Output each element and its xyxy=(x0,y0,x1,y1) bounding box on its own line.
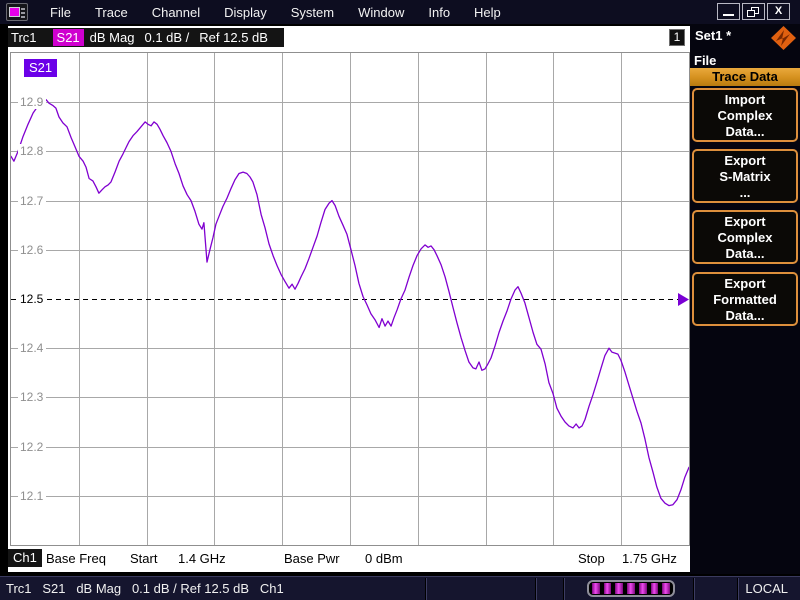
progress-segment xyxy=(627,583,635,594)
diagram-number-badge: 1 xyxy=(669,29,685,46)
start-label: Start xyxy=(130,551,158,566)
minimize-button[interactable] xyxy=(717,3,740,20)
y-axis-tick-label: 12.2 xyxy=(18,439,47,454)
y-axis-tick-label: 12.7 xyxy=(18,193,47,208)
progress-segment xyxy=(615,583,624,594)
progress-segment xyxy=(603,583,612,594)
trace-label-chip: S21 xyxy=(24,59,58,77)
title-bar: File Trace Channel Display System Window Info H… xyxy=(0,0,800,24)
progress-segment xyxy=(662,583,671,594)
softkey-export-s-matrix[interactable]: Export S-Matrix ... xyxy=(692,149,798,203)
base-power-label: Base Pwr xyxy=(284,551,340,566)
status-separator xyxy=(425,578,426,600)
app-icon xyxy=(6,3,28,21)
softkey-submenu-header[interactable]: Trace Data xyxy=(690,68,800,86)
softkey-export-formatted-data[interactable]: Export Formatted Data... xyxy=(692,272,798,326)
restore-button[interactable] xyxy=(742,3,765,20)
status-separator xyxy=(693,578,694,600)
y-axis-tick-label: 12.3 xyxy=(18,390,47,405)
softkey-import-complex-data[interactable]: Import Complex Data... xyxy=(692,88,798,142)
y-axis-tick-label: 12.1 xyxy=(18,488,47,503)
sweep-type-label: Base Freq xyxy=(46,551,106,566)
rohde-schwarz-logo xyxy=(771,26,796,50)
y-axis-tick-label: 12.4 xyxy=(18,341,47,356)
menu-item-display[interactable]: Display xyxy=(212,2,279,23)
window-controls: X xyxy=(717,3,790,20)
softkey-sidebar: Set1 * File Trace Data Import Complex Da… xyxy=(690,24,800,574)
stop-label: Stop xyxy=(578,551,605,566)
progress-segment xyxy=(650,583,659,594)
setup-tab[interactable]: Set1 * xyxy=(695,28,731,43)
menu-item-trace[interactable]: Trace xyxy=(83,2,140,23)
trace-name-chip[interactable]: Trc1 xyxy=(11,30,37,45)
minimize-icon xyxy=(723,14,734,16)
channel-name-chip[interactable]: Ch1 xyxy=(8,549,42,567)
menu-item-system[interactable]: System xyxy=(279,2,346,23)
menu-item-info[interactable]: Info xyxy=(416,2,462,23)
menu-bar: File Trace Channel Display System Window Info H… xyxy=(38,2,513,23)
status-trace-info: Trc1 S21 dB Mag 0.1 dB / Ref 12.5 dB Ch1 xyxy=(6,581,284,596)
menu-item-file[interactable]: File xyxy=(38,2,83,23)
trace-header: Trc1 S21 dB Mag 0.1 dB / Ref 12.5 dB xyxy=(8,28,284,47)
channel-bar: Ch1 Base Freq Start 1.4 GHz Base Pwr 0 d… xyxy=(8,548,690,572)
app-icon-screen xyxy=(9,7,20,17)
status-bar: Trc1 S21 dB Mag 0.1 dB / Ref 12.5 dB Ch1… xyxy=(0,576,800,600)
close-button[interactable]: X xyxy=(767,3,790,20)
trace-chart xyxy=(11,53,689,545)
y-axis-ref-label: 12.5 xyxy=(18,292,47,306)
remote-local-mode-label: LOCAL xyxy=(745,581,788,596)
sweep-progress-indicator xyxy=(587,580,675,597)
start-frequency-value: 1.4 GHz xyxy=(178,551,226,566)
diagram-area: Trc1 S21 dB Mag 0.1 dB / Ref 12.5 dB 1 1… xyxy=(8,26,690,572)
status-separator xyxy=(535,578,536,600)
status-separator xyxy=(563,578,564,600)
softkey-menu-header: File xyxy=(694,53,717,68)
softkey-export-complex-data[interactable]: Export Complex Data... xyxy=(692,210,798,264)
y-axis-tick-label: 12.9 xyxy=(18,95,47,110)
progress-segment xyxy=(638,583,647,594)
y-axis-tick-label: 12.6 xyxy=(18,242,47,257)
base-power-value: 0 dBm xyxy=(365,551,403,566)
menu-item-help[interactable]: Help xyxy=(462,2,513,23)
y-axis-tick-label: 12.8 xyxy=(18,144,47,159)
plot-area: 12.1 12.2 12.3 12.4 12.5 12.6 12.7 12.8 12.9 xyxy=(10,52,690,546)
vna-application-window: File Trace Channel Display System Window Info H… xyxy=(0,0,800,600)
reference-line-arrow[interactable] xyxy=(678,293,689,306)
progress-segment xyxy=(592,583,600,594)
trace-scale[interactable]: 0.1 dB / xyxy=(144,30,189,45)
stop-frequency-value: 1.75 GHz xyxy=(622,551,677,566)
trace-reference[interactable]: Ref 12.5 dB xyxy=(199,30,268,45)
trace-parameter-chip[interactable]: S21 xyxy=(52,29,84,46)
trace-format[interactable]: dB Mag xyxy=(90,30,135,45)
status-separator xyxy=(737,578,738,600)
menu-item-window[interactable]: Window xyxy=(346,2,416,23)
menu-item-channel[interactable]: Channel xyxy=(140,2,212,23)
